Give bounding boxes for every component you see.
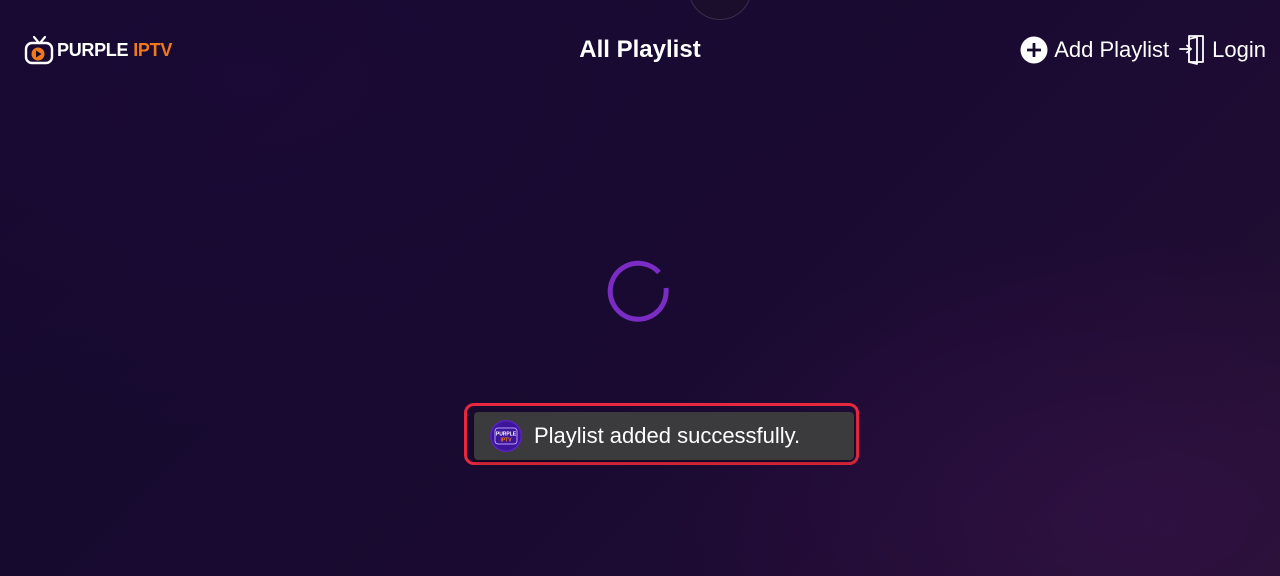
toast-notification: PURPLE IPTV Playlist added successfully. — [474, 412, 854, 460]
screen: PURPLE IPTV All Playlist Add Playlist Lo… — [0, 0, 1280, 576]
header-actions: Add Playlist Login — [1020, 33, 1266, 67]
toast-message: Playlist added successfully. — [534, 423, 801, 448]
door-enter-icon — [1178, 34, 1206, 66]
app-icon: PURPLE IPTV — [490, 420, 522, 452]
app-icon-text-2: IPTV — [500, 438, 512, 444]
login-button[interactable]: Login — [1178, 34, 1266, 66]
login-label: Login — [1212, 37, 1266, 62]
loading-spinner-icon — [604, 254, 672, 322]
plus-circle-icon — [1020, 36, 1048, 64]
add-playlist-button[interactable]: Add Playlist — [1020, 36, 1169, 64]
add-playlist-label: Add Playlist — [1054, 37, 1170, 62]
camera-notch — [688, 0, 752, 20]
